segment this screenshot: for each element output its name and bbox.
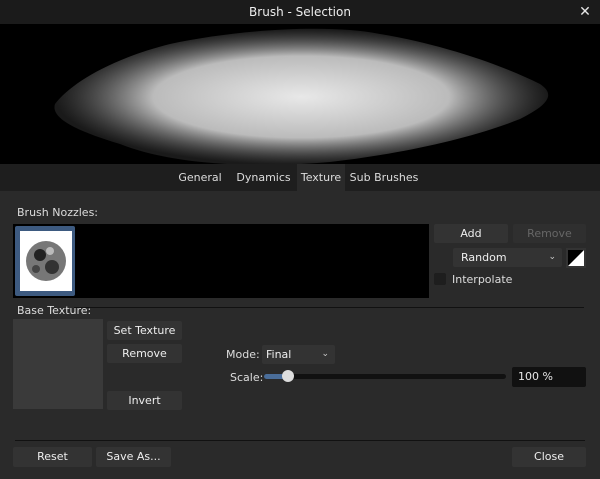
- interpolate-checkbox[interactable]: [434, 273, 446, 285]
- close-icon[interactable]: ✕: [576, 0, 594, 24]
- nozzle-list[interactable]: [13, 224, 429, 298]
- nozzle-thumbnail: [20, 231, 72, 291]
- nozzle-order-dropdown[interactable]: Random ⌄: [453, 248, 562, 267]
- brush-preview: [0, 24, 600, 164]
- chevron-down-icon: ⌄: [321, 349, 329, 359]
- scale-input[interactable]: 100 %: [512, 367, 586, 387]
- nozzle-item-selected[interactable]: [15, 226, 75, 296]
- remove-texture-button[interactable]: Remove: [107, 344, 182, 363]
- tab-sub-brushes[interactable]: Sub Brushes: [345, 164, 423, 191]
- tab-general[interactable]: General: [170, 164, 230, 191]
- invert-texture-button[interactable]: Invert: [107, 391, 182, 410]
- mode-dropdown[interactable]: Final ⌄: [262, 345, 335, 364]
- base-texture-label: Base Texture:: [17, 304, 92, 317]
- reset-button[interactable]: Reset: [13, 447, 92, 467]
- close-button[interactable]: Close: [512, 447, 586, 467]
- tab-texture[interactable]: Texture: [297, 164, 345, 191]
- nozzle-order-value: Random: [461, 251, 507, 264]
- half-triangle-icon: [568, 250, 584, 266]
- title-bar: Brush - Selection: [0, 0, 600, 24]
- window-title: Brush - Selection: [249, 5, 351, 19]
- mode-label: Mode:: [226, 348, 260, 361]
- invert-toggle-button[interactable]: [566, 248, 586, 268]
- tab-bar: General Dynamics Texture Sub Brushes: [0, 164, 600, 191]
- remove-nozzle-button[interactable]: Remove: [513, 224, 586, 243]
- scale-label: Scale:: [230, 371, 264, 384]
- brush-nozzles-label: Brush Nozzles:: [17, 206, 99, 219]
- divider: [74, 307, 584, 308]
- save-as-button[interactable]: Save As...: [96, 447, 171, 467]
- mode-value: Final: [266, 348, 292, 361]
- scale-slider[interactable]: [264, 370, 506, 382]
- base-texture-thumbnail: [13, 319, 103, 409]
- set-texture-button[interactable]: Set Texture: [107, 321, 182, 340]
- scale-slider-handle[interactable]: [282, 370, 295, 382]
- tab-dynamics[interactable]: Dynamics: [230, 164, 297, 191]
- brush-stroke-preview: [54, 28, 549, 164]
- interpolate-label: Interpolate: [452, 273, 513, 286]
- chevron-down-icon: ⌄: [548, 252, 556, 262]
- add-nozzle-button[interactable]: Add: [434, 224, 508, 243]
- divider: [15, 440, 585, 441]
